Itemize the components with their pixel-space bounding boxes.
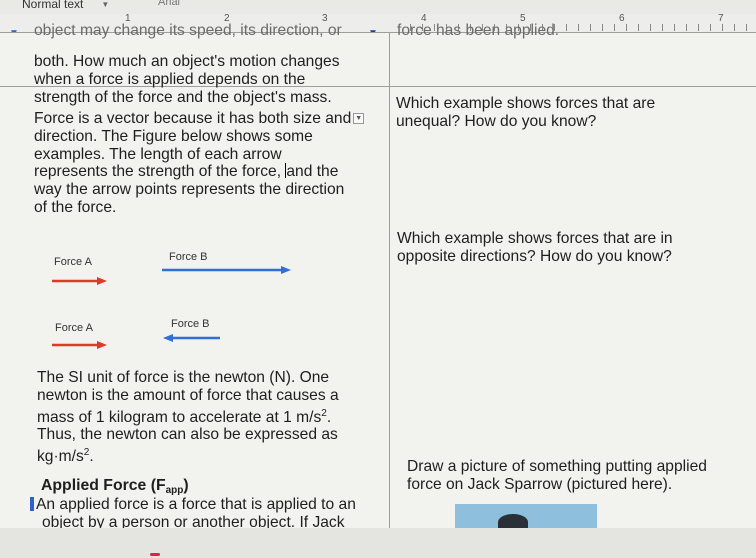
- text-line: represents the strength of the force,: [34, 163, 286, 181]
- figure-label: Force B: [171, 318, 210, 330]
- text-line: .: [326, 408, 332, 426]
- text-line: Which example shows forces that are: [396, 95, 656, 112]
- selection-handle-icon[interactable]: [30, 497, 34, 511]
- text-line: examples. The length of each arrow: [34, 145, 282, 163]
- text-line: way the arrow points represents the dire…: [34, 181, 345, 199]
- intro-paragraph[interactable]: both. How much an object's motion change…: [34, 53, 384, 106]
- force-arrow-red: [52, 277, 107, 285]
- text-line: kg·m/s: [37, 448, 84, 466]
- text-line: Thus, the newton can also be expressed a…: [37, 426, 338, 444]
- text-line: both. How much an object's motion change…: [34, 53, 340, 70]
- ruler-number: 6: [619, 14, 625, 24]
- spelling-mark: [150, 553, 160, 556]
- paragraph-style-label: Normal text: [22, 0, 84, 11]
- question-draw[interactable]: Draw a picture of something putting appl…: [407, 458, 755, 494]
- text-line: opposite directions? How do you know?: [397, 247, 672, 265]
- paragraph-style-dropdown[interactable]: Normal text ▼: [22, 0, 109, 11]
- text-line: An applied force is a force that is appl…: [36, 496, 356, 513]
- font-label: Arial: [158, 0, 181, 8]
- page-bottom-area: [0, 528, 756, 558]
- formatting-toolbar: Normal text ▼ Arial: [0, 0, 756, 15]
- ruler-number: 7: [718, 14, 724, 24]
- question-opposite[interactable]: Which example shows forces that are in o…: [397, 230, 753, 266]
- text-line: unequal? How do you know?: [396, 112, 597, 130]
- font-dropdown[interactable]: Arial: [158, 0, 180, 8]
- text-line: Draw a picture of something putting appl…: [407, 458, 707, 475]
- text-line: strength of the force and the object's m…: [34, 88, 332, 106]
- text-line: direction. The Figure below shows some: [34, 127, 313, 145]
- text-line: Force is a vector because it has both si…: [34, 110, 352, 127]
- right-partial-line: force has been applied.: [397, 22, 560, 39]
- si-unit-paragraph[interactable]: The SI unit of force is the newton (N). …: [37, 369, 387, 466]
- text-line: of the force.: [34, 198, 117, 216]
- figure-label: Force A: [55, 322, 93, 334]
- applied-force-paragraph[interactable]: An applied force is a force that is appl…: [30, 496, 390, 532]
- chevron-down-icon: ▼: [101, 0, 110, 9]
- text-line: and the: [286, 163, 339, 181]
- chevron-down-icon[interactable]: ▼: [353, 113, 365, 125]
- table-column-border[interactable]: [389, 32, 390, 528]
- text-line: newton is the amount of force that cause…: [37, 386, 339, 404]
- text-line: when a force is applied depends on the: [34, 70, 306, 88]
- text-line: force on Jack Sparrow (pictured here).: [407, 475, 673, 493]
- question-unequal[interactable]: Which example shows forces that are uneq…: [396, 95, 752, 131]
- figure-label: Force A: [54, 256, 92, 268]
- force-arrow-red: [52, 341, 107, 349]
- vector-paragraph[interactable]: Force is a vector because it has both si…: [34, 110, 386, 217]
- force-arrow-blue: [162, 266, 291, 274]
- text-line: mass of 1 kilogram to accelerate at 1 m/…: [37, 408, 322, 426]
- subscript: app: [165, 485, 184, 496]
- document-page: object may change its speed, its directi…: [0, 22, 756, 558]
- text-line: .: [89, 448, 94, 466]
- text-line: Which example shows forces that are in: [397, 230, 673, 247]
- text-line: The SI unit of force is the newton (N). …: [37, 369, 330, 386]
- force-arrow-blue-left: [163, 334, 220, 342]
- figure-label: Force B: [169, 251, 208, 263]
- intro-partial-line: object may change its speed, its directi…: [34, 22, 342, 39]
